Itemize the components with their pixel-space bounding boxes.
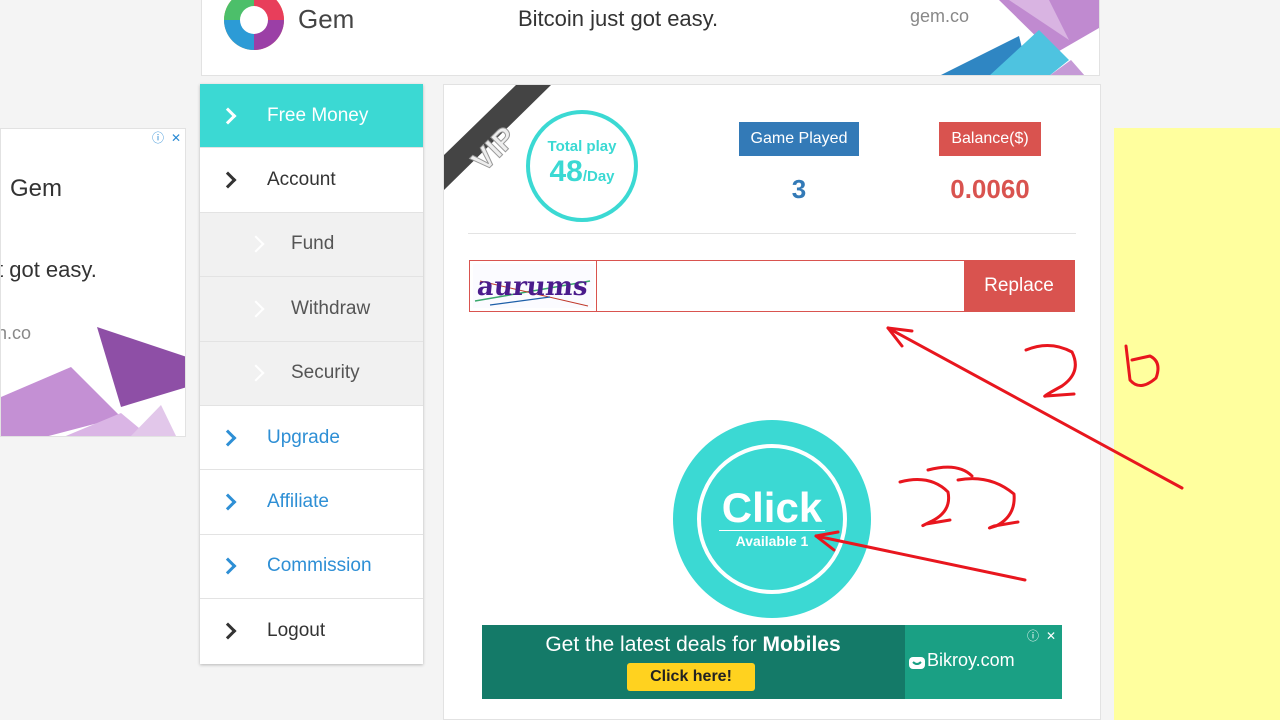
chevron-right-icon: [219, 429, 237, 447]
sidebar-item-account[interactable]: Account: [200, 148, 423, 213]
left-side-ad[interactable]: ⓘ ✕ Gem t got easy. n.co: [0, 128, 186, 437]
balance-value: 0.0060: [950, 174, 1030, 204]
divider: [468, 233, 1076, 234]
sidebar-item-label: Affiliate: [267, 491, 329, 513]
close-icon[interactable]: ✕: [167, 129, 185, 147]
info-icon[interactable]: ⓘ: [1024, 627, 1042, 645]
ad-choices[interactable]: ⓘ ✕: [1024, 627, 1060, 645]
sidebar-item-affiliate[interactable]: Affiliate: [200, 470, 423, 535]
captcha-input[interactable]: [597, 261, 964, 311]
sidebar-item-commission[interactable]: Commission: [200, 535, 423, 600]
gem-logo-icon: [224, 0, 284, 50]
bottom-banner-ad[interactable]: Get the latest deals for Mobiles Click h…: [482, 625, 1062, 699]
chevron-right-icon: [219, 622, 237, 640]
replace-captcha-button[interactable]: Replace: [964, 261, 1074, 311]
ad-site: Bikroy.com: [927, 650, 1015, 670]
sidebar-item-free-money[interactable]: Free Money: [200, 84, 423, 149]
total-play-label: Total play: [547, 138, 617, 155]
note-panel: [1114, 128, 1280, 720]
sidebar-item-label: Security: [291, 362, 360, 384]
captcha-image: aurums: [470, 261, 597, 311]
sidebar-item-upgrade[interactable]: Upgrade: [200, 406, 423, 471]
sidebar-item-label: Account: [267, 169, 336, 191]
chevron-right-icon: [247, 235, 265, 253]
ad-brand-block: Bikroy.com ⓘ ✕: [905, 625, 1062, 699]
click-button-ring: Click Available 1: [697, 444, 847, 594]
sidebar-item-label: Fund: [291, 233, 335, 255]
chevron-right-icon: [219, 493, 237, 511]
ad-brand: Gem: [298, 4, 355, 34]
info-icon[interactable]: ⓘ: [149, 129, 167, 147]
balance-stat: Balance($) 0.0060: [938, 122, 1042, 205]
sidebar-item-fund[interactable]: Fund: [200, 212, 423, 278]
ad-slogan: Bitcoin just got easy.: [518, 6, 719, 31]
game-played-value: 3: [791, 174, 807, 204]
click-button[interactable]: Click Available 1: [673, 420, 871, 618]
sidebar-item-label: Logout: [267, 620, 326, 642]
ad-choices[interactable]: ⓘ ✕: [149, 129, 185, 147]
sidebar-item-label: Withdraw: [291, 297, 371, 319]
top-banner-ad[interactable]: Gem Bitcoin just got easy. gem.co: [201, 0, 1100, 76]
sidebar-item-label: Commission: [267, 555, 372, 577]
game-played-badge: Game Played: [738, 122, 860, 156]
sidebar-item-withdraw[interactable]: Withdraw: [200, 277, 423, 342]
available-count: Available 1: [719, 530, 825, 549]
ad-slogan: t got easy.: [0, 257, 97, 282]
game-played-stat: Game Played 3: [737, 122, 861, 205]
chevron-right-icon: [219, 557, 237, 575]
sidebar-item-label: Upgrade: [267, 426, 340, 448]
total-play-circle: Total play 48/Day: [526, 110, 638, 222]
total-play-unit: /Day: [582, 168, 615, 185]
captcha-row: aurums Replace: [469, 260, 1075, 312]
ad-cta-button[interactable]: Click here!: [627, 663, 755, 691]
chevron-right-icon: [219, 107, 237, 125]
click-label: Click: [721, 484, 823, 531]
captcha-text: aurums: [476, 272, 590, 302]
close-icon[interactable]: ✕: [1042, 627, 1060, 645]
balance-badge: Balance($): [939, 122, 1041, 156]
sidebar-menu: Free Money Account Fund Withdraw Securit…: [200, 84, 423, 664]
game-panel: VIP Total play 48/Day Game Played 3 Bala…: [443, 84, 1101, 720]
chevron-right-icon: [247, 300, 265, 318]
ad-decoration: [941, 0, 1099, 75]
sidebar-item-logout[interactable]: Logout: [200, 599, 423, 663]
smile-icon: [909, 657, 925, 669]
sidebar-item-label: Free Money: [267, 104, 369, 126]
ad-decoration: [1, 327, 185, 436]
ad-headline: Get the latest deals for Mobiles: [545, 633, 841, 656]
sidebar-item-security[interactable]: Security: [200, 341, 423, 406]
chevron-right-icon: [219, 171, 237, 189]
chevron-right-icon: [247, 364, 265, 382]
total-play-value: 48: [549, 155, 583, 188]
ad-brand: Gem: [10, 175, 63, 202]
